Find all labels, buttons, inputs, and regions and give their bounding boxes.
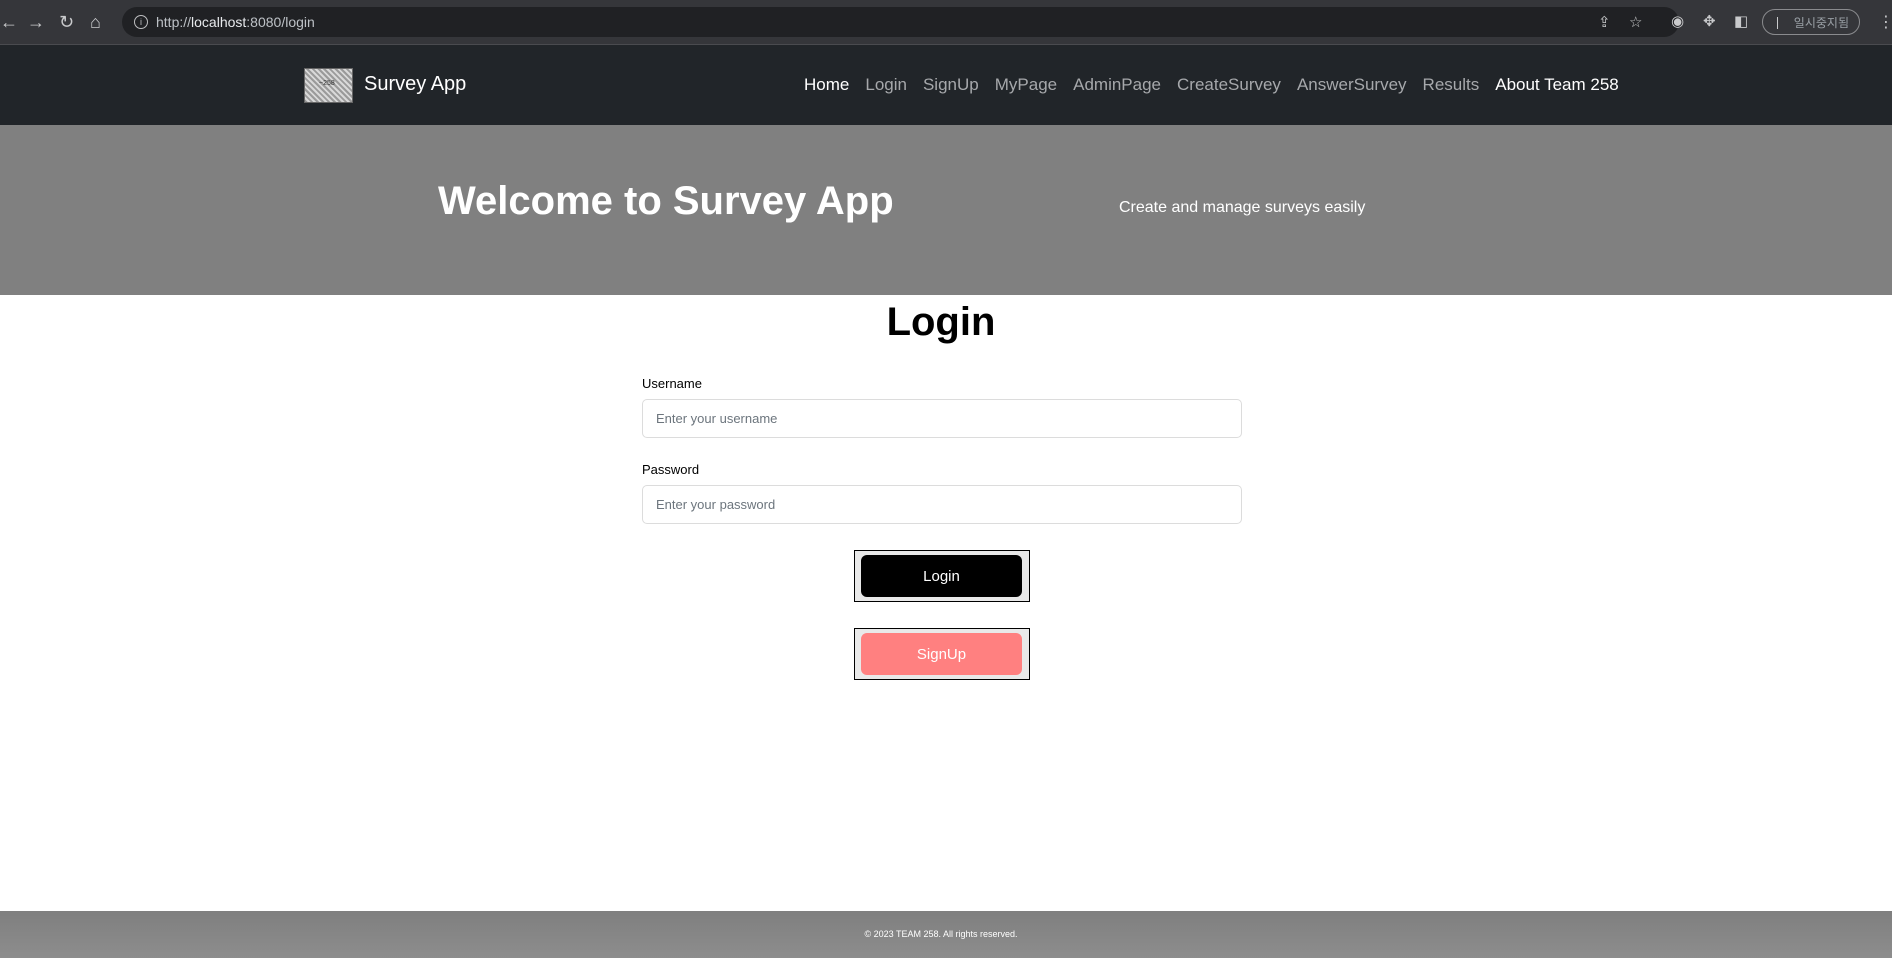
signup-button-frame: SignUp — [854, 628, 1030, 680]
nav-link-home[interactable]: Home — [804, 75, 849, 95]
reload-icon[interactable]: ↻ — [59, 12, 74, 32]
nav-link-about-team[interactable]: About Team 258 — [1495, 75, 1619, 95]
brand-name[interactable]: Survey App — [364, 73, 466, 96]
puzzle-icon[interactable]: ✥ — [1703, 12, 1716, 30]
nav-link-signup[interactable]: SignUp — [923, 75, 979, 95]
nav-links: Home Login SignUp MyPage AdminPage Creat… — [804, 75, 1619, 95]
username-input[interactable] — [642, 399, 1242, 438]
signup-button[interactable]: SignUp — [861, 633, 1022, 675]
footer-copyright: © 2023 TEAM 258. All rights reserved. — [864, 929, 1018, 939]
address-bar[interactable]: i http://localhost:8080/login ⇪ ☆ — [122, 7, 1679, 37]
forward-icon[interactable]: → — [27, 12, 45, 32]
nav-link-mypage[interactable]: MyPage — [995, 75, 1057, 95]
nav-link-createsurvey[interactable]: CreateSurvey — [1177, 75, 1281, 95]
logo-mark: ~258 — [319, 80, 335, 87]
menu-kebab-icon[interactable]: ⋮ — [1878, 12, 1892, 32]
site-footer: © 2023 TEAM 258. All rights reserved. — [0, 911, 1892, 958]
hero-title: Welcome to Survey App — [438, 179, 894, 223]
site-info-icon[interactable]: i — [134, 15, 148, 29]
nav-link-login[interactable]: Login — [865, 75, 907, 95]
brand-logo[interactable]: ~258 — [304, 68, 353, 103]
extension-icon[interactable]: ◉ — [1671, 12, 1684, 30]
home-icon[interactable]: ⌂ — [90, 12, 101, 32]
profile-label: 일시중지됨 — [1793, 16, 1849, 30]
password-label: Password — [642, 462, 700, 477]
password-input[interactable] — [642, 485, 1242, 524]
username-label: Username — [642, 376, 702, 391]
login-button[interactable]: Login — [861, 555, 1022, 597]
hero-banner: Welcome to Survey App Create and manage … — [0, 125, 1892, 295]
nav-link-results[interactable]: Results — [1423, 75, 1480, 95]
login-form: Username Password — [642, 376, 1242, 524]
login-button-frame: Login — [854, 550, 1030, 602]
back-icon[interactable]: ← — [0, 12, 18, 32]
nav-link-answersurvey[interactable]: AnswerSurvey — [1297, 75, 1407, 95]
hero-subtitle: Create and manage surveys easily — [1119, 199, 1366, 216]
profile-avatar — [1777, 17, 1778, 29]
bookmark-star-icon[interactable]: ☆ — [1629, 13, 1642, 31]
nav-link-adminpage[interactable]: AdminPage — [1073, 75, 1161, 95]
share-icon[interactable]: ⇪ — [1598, 13, 1611, 31]
site-navbar: ~258 Survey App Home Login SignUp MyPage… — [0, 45, 1892, 125]
browser-toolbar: ← → ↻ ⌂ i http://localhost:8080/login ⇪ … — [0, 0, 1892, 45]
sidebar-icon[interactable]: ◧ — [1734, 12, 1748, 30]
url-text[interactable]: http://localhost:8080/login — [156, 14, 315, 30]
password-group: Password — [642, 462, 1242, 524]
page-title: Login — [886, 300, 996, 344]
profile-button[interactable]: 일시중지됨 — [1762, 9, 1860, 35]
